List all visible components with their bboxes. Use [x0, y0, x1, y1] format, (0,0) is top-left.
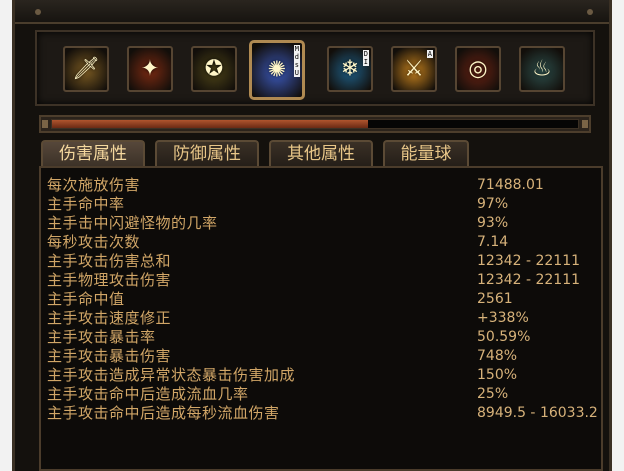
stat-value: 25%	[477, 386, 509, 402]
dragon-ring-skill-icon: ◎	[468, 56, 488, 82]
stat-value: 12342 - 22111	[477, 253, 581, 269]
stat-row: 主手物理攻击伤害 12342 - 22111	[47, 271, 599, 290]
stat-value: 97%	[477, 196, 509, 212]
stat-value: 12342 - 22111	[477, 272, 581, 288]
stat-label: 每秒攻击次数	[47, 233, 141, 251]
stat-row: 每秒攻击次数 7.14	[47, 233, 599, 252]
stat-value: 2561	[477, 291, 513, 307]
skill-slot[interactable]: 🗡	[63, 46, 109, 92]
stat-label: 主手攻击伤害总和	[47, 252, 172, 270]
stat-row: 主手命中值 2561	[47, 290, 599, 309]
stat-label: 主手攻击暴击率	[47, 328, 156, 346]
window-top-bar	[15, 0, 609, 24]
stat-label: 主手攻击命中后造成流血几率	[47, 385, 249, 403]
stat-value: +338%	[477, 310, 529, 326]
skill-slot[interactable]: ✦	[127, 46, 173, 92]
stat-row: 主手攻击命中后造成流血几率 25%	[47, 385, 599, 404]
sword-skill-icon: 🗡	[72, 56, 100, 82]
stat-row: 主手击中闪避怪物的几率 93%	[47, 214, 599, 233]
stat-value: 71488.01	[477, 177, 544, 193]
stat-label: 主手击中闪避怪物的几率	[47, 214, 218, 232]
tab-defense[interactable]: 防御属性	[155, 140, 259, 168]
stat-label: 主手攻击命中后造成每秒流血伤害	[47, 404, 280, 422]
rivet-icon	[587, 9, 593, 15]
stat-label: 每次施放伤害	[47, 176, 141, 194]
skill-slot[interactable]: ✺ M d s U	[249, 40, 305, 100]
damage-stats-list: 每次施放伤害 71488.01 主手命中率 97% 主手击中闪避怪物的几率 93% 每秒攻击…	[39, 166, 603, 471]
bar-end-cap	[42, 120, 48, 128]
stat-row: 主手攻击暴击伤害 748%	[47, 347, 599, 366]
stat-label: 主手命中率	[47, 195, 125, 213]
skill-slot[interactable]: ♨	[519, 46, 565, 92]
stat-row: 主手攻击伤害总和 12342 - 22111	[47, 252, 599, 271]
rune-circle-skill-icon: ✪	[204, 56, 224, 82]
stat-value: 7.14	[477, 234, 509, 250]
skill-bar: 🗡 ✦ ✪ ✺ M d s U ❄ D I ⚔ A ◎ ♨	[35, 30, 595, 106]
stat-label: 主手物理攻击伤害	[47, 271, 172, 289]
bar-end-cap	[582, 120, 588, 128]
skill-progress-bar	[39, 115, 591, 133]
tab-damage[interactable]: 伤害属性	[41, 140, 145, 168]
stat-row: 主手命中率 97%	[47, 195, 599, 214]
stat-value: 50.59%	[477, 329, 531, 345]
stat-row: 每次施放伤害 71488.01	[47, 176, 599, 195]
stat-label: 主手攻击速度修正	[47, 309, 172, 327]
progress-track	[51, 119, 579, 129]
character-stats-window: 🗡 ✦ ✪ ✺ M d s U ❄ D I ⚔ A ◎ ♨ 伤害属性 防御属性 其他属性 能量球 每…	[12, 0, 612, 471]
stat-value: 93%	[477, 215, 509, 231]
skill-badge: D I	[362, 50, 369, 66]
progress-fill	[52, 120, 368, 128]
tab-other[interactable]: 其他属性	[269, 140, 373, 168]
warrior-leap-skill-icon: ⚔	[404, 56, 424, 82]
stat-row: 主手攻击造成异常状态暴击伤害加成 150%	[47, 366, 599, 385]
stat-row: 主手攻击暴击率 50.59%	[47, 328, 599, 347]
skill-slot[interactable]: ⚔ A	[391, 46, 437, 92]
stat-label: 主手攻击造成异常状态暴击伤害加成	[47, 366, 296, 384]
tab-energy-orb[interactable]: 能量球	[383, 140, 469, 168]
stat-value: 150%	[477, 367, 518, 383]
skill-slot[interactable]: ✪	[191, 46, 237, 92]
skill-slot[interactable]: ❄ D I	[327, 46, 373, 92]
stat-label: 主手攻击暴击伤害	[47, 347, 172, 365]
stat-row: 主手攻击命中后造成每秒流血伤害 8949.5 - 16033.2	[47, 404, 599, 423]
stat-label: 主手命中值	[47, 290, 125, 308]
fire-blast-skill-icon: ✦	[140, 56, 160, 82]
stat-row: 主手攻击速度修正 +338%	[47, 309, 599, 328]
skill-badge: M d s U	[293, 45, 300, 77]
skill-slot[interactable]: ◎	[455, 46, 501, 92]
skill-badge: A	[426, 50, 433, 58]
blood-aura-skill-icon: ♨	[532, 56, 552, 82]
stat-value: 8949.5 - 16033.2	[477, 405, 598, 421]
stat-value: 748%	[477, 348, 518, 364]
rivet-icon	[35, 9, 41, 15]
